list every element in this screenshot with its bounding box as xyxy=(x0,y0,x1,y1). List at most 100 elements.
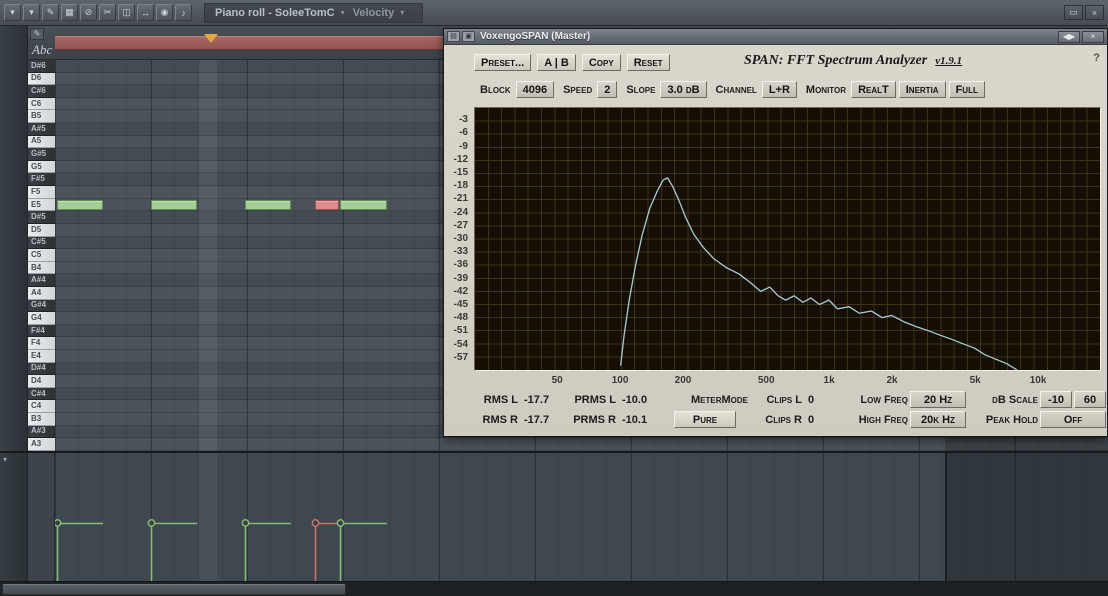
stretch-tool-icon[interactable]: ↔ xyxy=(137,4,154,21)
inertia-button[interactable]: Inertia xyxy=(898,81,946,98)
note-E5-1[interactable] xyxy=(57,199,103,211)
piano-key-B3[interactable]: B3 xyxy=(28,413,55,426)
ab-compare-button[interactable]: A | B xyxy=(537,54,576,71)
piano-key-label: A3 xyxy=(31,439,42,449)
note-E5-3[interactable] xyxy=(245,199,291,211)
velocity-handle-3[interactable] xyxy=(241,519,291,583)
piano-roll-corner: ✎ Abc xyxy=(28,26,55,60)
window-title-bar[interactable]: Piano roll - SoleeTomC ▾ Velocity ▾ xyxy=(204,2,424,23)
piano-key-label: D#5 xyxy=(31,212,46,222)
piano-key-E5[interactable]: E5 xyxy=(28,198,55,212)
velocity-handle-2[interactable] xyxy=(147,519,197,583)
piano-key-C5[interactable]: C5 xyxy=(28,249,55,262)
piano-key-D#6[interactable]: D#6 xyxy=(28,60,55,73)
slope-button[interactable]: 3.0 dB xyxy=(660,81,707,98)
snap-menu-icon[interactable]: ▾ xyxy=(23,4,40,21)
peak-hold-button[interactable]: Off xyxy=(1040,411,1106,428)
help-icon[interactable]: ? xyxy=(1093,52,1100,64)
main-menu-icon[interactable]: ▾ xyxy=(4,4,21,21)
delete-tool-icon[interactable]: ⊘ xyxy=(80,4,97,21)
piano-key-G#4[interactable]: G#4 xyxy=(28,299,55,313)
playhead-marker[interactable] xyxy=(204,34,218,43)
piano-key-A#5[interactable]: A#5 xyxy=(28,123,55,136)
piano-key-E4[interactable]: E4 xyxy=(28,350,55,363)
piano-key-D4[interactable]: D4 xyxy=(28,375,55,388)
velocity-handle-4[interactable] xyxy=(311,519,339,583)
piano-key-G5[interactable]: G5 xyxy=(28,160,55,174)
prms-l-label: PRMS L xyxy=(574,393,616,406)
zoom-tool-icon[interactable]: ◉ xyxy=(156,4,173,21)
plugin-detach-icon[interactable]: ▣ xyxy=(462,31,475,42)
paint-tool-icon[interactable]: ▦ xyxy=(61,4,78,21)
note-E5-4[interactable] xyxy=(315,199,339,211)
piano-key-D#5[interactable]: D#5 xyxy=(28,211,55,224)
span-version[interactable]: v1.9.1 xyxy=(935,55,962,67)
chevron-down-icon[interactable]: ▾ xyxy=(400,8,404,17)
piano-key-label: A5 xyxy=(31,136,42,146)
preset-button[interactable]: Preset... xyxy=(474,54,532,71)
piano-key-G4[interactable]: G4 xyxy=(28,312,55,325)
piano-key-B5[interactable]: B5 xyxy=(28,110,55,124)
target-control-label[interactable]: Velocity xyxy=(353,7,395,19)
piano-key-F4[interactable]: F4 xyxy=(28,337,55,351)
slice-tool-icon[interactable]: ✂ xyxy=(99,4,116,21)
piano-key-A3[interactable]: A3 xyxy=(28,438,55,451)
freq-tick-label: 100 xyxy=(611,375,629,386)
velocity-left-gutter[interactable]: ▾ xyxy=(0,453,28,581)
velocity-handle-5[interactable] xyxy=(336,519,387,583)
piano-key-B4[interactable]: B4 xyxy=(28,261,55,275)
piano-key-G#5[interactable]: G#5 xyxy=(28,148,55,161)
spectrum-display[interactable] xyxy=(474,107,1101,371)
velocity-handle-1[interactable] xyxy=(55,519,103,583)
plugin-close-button[interactable]: × xyxy=(1082,30,1104,43)
db-tick-label: -9 xyxy=(459,140,468,152)
select-tool-icon[interactable]: ◫ xyxy=(118,4,135,21)
note-E5-2[interactable] xyxy=(151,199,197,211)
chevron-down-icon[interactable]: ▾ xyxy=(3,455,7,464)
piano-key-label: F5 xyxy=(31,186,41,196)
window-title: Piano roll - SoleeTomC xyxy=(215,6,335,19)
piano-key-C6[interactable]: C6 xyxy=(28,97,55,111)
piano-key-F#5[interactable]: F#5 xyxy=(28,173,55,187)
channel-button[interactable]: L+R xyxy=(761,81,797,98)
high-freq-button[interactable]: 20k Hz xyxy=(910,411,966,428)
block-size-button[interactable]: 4096 xyxy=(515,81,555,98)
prev-next-preset-button[interactable]: ◀▶ xyxy=(1058,30,1080,43)
piano-key-D#4[interactable]: D#4 xyxy=(28,362,55,376)
piano-key-F5[interactable]: F5 xyxy=(28,186,55,199)
piano-key-D5[interactable]: D5 xyxy=(28,223,55,237)
plugin-title-bar[interactable]: ▤ ▣ VoxengoSPAN (Master) ◀▶ × xyxy=(444,29,1107,45)
piano-key-C#6[interactable]: C#6 xyxy=(28,85,55,98)
maximize-button[interactable]: ▭ xyxy=(1064,5,1083,20)
piano-key-label: E4 xyxy=(31,350,41,360)
pencil-icon[interactable]: ✎ xyxy=(30,28,44,40)
piano-key-C4[interactable]: C4 xyxy=(28,400,55,414)
meter-mode-pure-button[interactable]: Pure xyxy=(674,411,736,428)
monitor-realt-button[interactable]: RealT xyxy=(851,81,896,98)
preview-tool-icon[interactable]: ♪ xyxy=(175,4,192,21)
full-button[interactable]: Full xyxy=(948,81,985,98)
close-button[interactable]: × xyxy=(1085,5,1104,20)
chevron-down-icon[interactable]: ▾ xyxy=(341,8,345,17)
low-freq-button[interactable]: 20 Hz xyxy=(910,391,966,408)
piano-key-C#4[interactable]: C#4 xyxy=(28,387,55,401)
piano-key-A5[interactable]: A5 xyxy=(28,135,55,149)
copy-button[interactable]: Copy xyxy=(581,54,621,71)
draw-tool-icon[interactable]: ✎ xyxy=(42,4,59,21)
piano-key-label: G5 xyxy=(31,161,42,171)
db-scale-min-button[interactable]: -10 xyxy=(1040,391,1072,408)
piano-key-label: F#4 xyxy=(31,325,45,335)
db-scale-range-button[interactable]: 60 xyxy=(1074,391,1106,408)
piano-key-F#4[interactable]: F#4 xyxy=(28,324,55,338)
piano-key-A#3[interactable]: A#3 xyxy=(28,425,55,439)
reset-button[interactable]: Reset xyxy=(626,54,670,71)
piano-key-A4[interactable]: A4 xyxy=(28,286,55,300)
horizontal-scrollbar[interactable] xyxy=(0,581,1108,596)
piano-key-C#5[interactable]: C#5 xyxy=(28,236,55,250)
speed-button[interactable]: 2 xyxy=(597,81,618,98)
piano-key-A#4[interactable]: A#4 xyxy=(28,274,55,287)
scrollbar-handle[interactable] xyxy=(2,584,346,595)
plugin-menu-icon[interactable]: ▤ xyxy=(447,31,460,42)
note-E5-5[interactable] xyxy=(340,199,387,211)
piano-key-D6[interactable]: D6 xyxy=(28,72,55,86)
